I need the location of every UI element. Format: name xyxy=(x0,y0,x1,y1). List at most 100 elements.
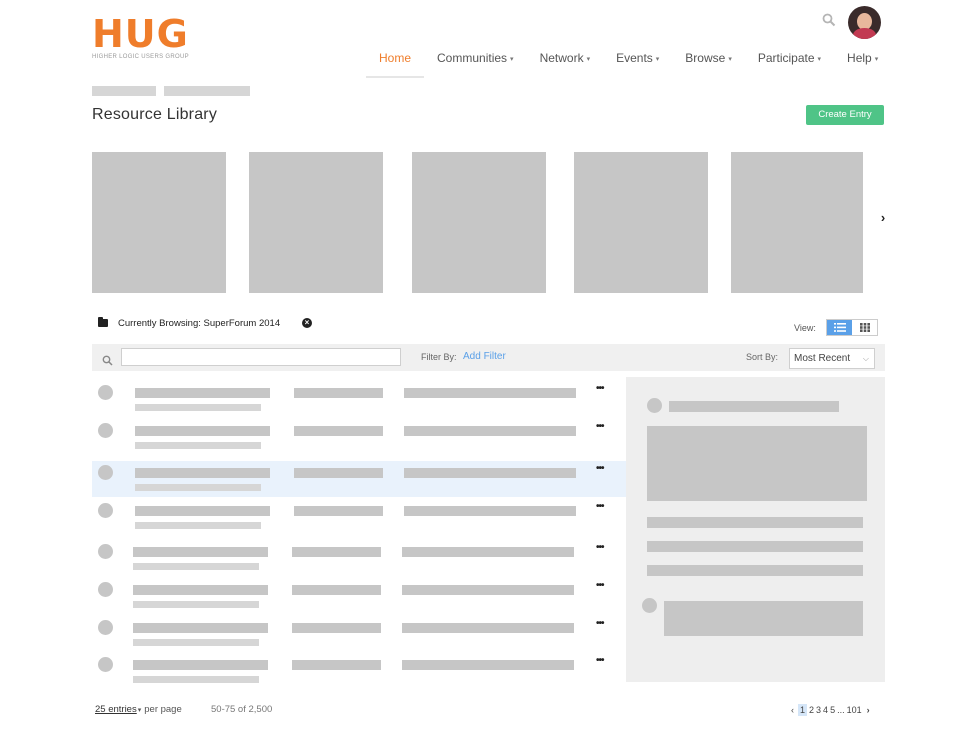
nav-label: Communities xyxy=(437,51,508,65)
close-icon[interactable]: × xyxy=(302,318,312,328)
row-subtitle-placeholder xyxy=(135,404,261,411)
create-entry-button[interactable]: Create Entry xyxy=(806,105,884,125)
row-title-placeholder[interactable] xyxy=(135,468,270,478)
row-subtitle-placeholder xyxy=(133,639,259,646)
more-options-icon[interactable]: ••• xyxy=(596,618,604,629)
row-subtitle-placeholder xyxy=(135,442,261,449)
row-column-placeholder xyxy=(294,426,383,436)
row-column-placeholder xyxy=(292,623,381,633)
row-title-placeholder[interactable] xyxy=(133,660,268,670)
user-avatar[interactable] xyxy=(848,6,881,39)
page-ellipsis: ... xyxy=(837,705,845,715)
page-link[interactable]: 5 xyxy=(830,705,835,715)
carousel-tile[interactable] xyxy=(574,152,708,293)
chevron-right-icon[interactable]: › xyxy=(876,210,890,226)
nav-item-participate[interactable]: Participate ▾ xyxy=(745,50,834,78)
logo-wordmark: HUG xyxy=(92,12,189,56)
list-view-button[interactable] xyxy=(827,320,852,335)
row-subtitle-placeholder xyxy=(135,522,261,529)
nav-item-communities[interactable]: Communities ▾ xyxy=(424,50,527,78)
more-options-icon[interactable]: ••• xyxy=(596,421,604,432)
folder-icon xyxy=(98,317,108,327)
more-options-icon[interactable]: ••• xyxy=(596,463,604,474)
nav-item-events[interactable]: Events ▾ xyxy=(603,50,672,78)
row-title-placeholder[interactable] xyxy=(135,506,270,516)
carousel-tile[interactable] xyxy=(412,152,546,293)
chevron-down-icon: ▾ xyxy=(586,56,591,63)
entries-per-page-select[interactable]: 25 entries xyxy=(95,704,137,715)
row-title-placeholder[interactable] xyxy=(133,547,268,557)
site-logo[interactable]: HUG HIGHER LOGIC USERS GROUP xyxy=(92,14,202,60)
sort-by-label: Sort By: xyxy=(746,352,779,362)
preview-title-placeholder xyxy=(669,401,839,412)
preview-text-line xyxy=(647,541,863,552)
more-options-icon[interactable]: ••• xyxy=(596,655,604,666)
per-page-control[interactable]: 25 entries▾ per page xyxy=(95,704,182,715)
carousel-tile[interactable] xyxy=(731,152,863,293)
view-toggle xyxy=(826,319,878,336)
preview-pane xyxy=(626,377,885,682)
row-title-placeholder[interactable] xyxy=(133,585,268,595)
row-column-placeholder xyxy=(402,623,574,633)
row-title-placeholder[interactable] xyxy=(135,426,270,436)
currently-browsing-label: Currently Browsing: SuperForum 2014 xyxy=(118,318,281,329)
preview-comment-avatar xyxy=(642,598,657,613)
page-title: Resource Library xyxy=(92,106,218,123)
row-column-placeholder xyxy=(294,506,383,516)
more-options-icon[interactable]: ••• xyxy=(596,383,604,394)
chevron-down-icon: ▾ xyxy=(728,56,732,63)
chevron-right-icon[interactable]: › xyxy=(867,705,870,715)
row-column-placeholder xyxy=(402,547,574,557)
row-subtitle-placeholder xyxy=(133,676,259,683)
carousel-tile[interactable] xyxy=(92,152,226,293)
page-link[interactable]: 4 xyxy=(823,705,828,715)
row-title-placeholder[interactable] xyxy=(135,388,270,398)
row-column-placeholder xyxy=(402,585,574,595)
nav-item-home[interactable]: Home xyxy=(366,50,425,78)
row-avatar xyxy=(98,385,113,400)
search-icon xyxy=(102,353,113,366)
row-avatar xyxy=(98,620,113,635)
sort-select-value: Most Recent xyxy=(794,353,851,364)
row-column-placeholder xyxy=(294,388,383,398)
result-range: 50-75 of 2,500 xyxy=(211,704,273,715)
preview-avatar xyxy=(647,398,662,413)
search-icon[interactable] xyxy=(822,13,836,27)
chevron-left-icon[interactable]: ‹ xyxy=(791,705,794,715)
preview-text-line xyxy=(647,517,863,528)
row-avatar xyxy=(98,544,113,559)
nav-item-browse[interactable]: Browse ▾ xyxy=(672,50,745,78)
add-filter-link[interactable]: Add Filter xyxy=(463,351,506,362)
page-link[interactable]: 1 xyxy=(798,704,808,716)
pagination: ‹ 1 2 3 4 5 ... 101 › xyxy=(791,703,872,717)
row-column-placeholder xyxy=(402,660,574,670)
search-input[interactable] xyxy=(121,348,401,366)
nav-label: Events xyxy=(616,51,653,65)
page-link[interactable]: 2 xyxy=(809,705,814,715)
more-options-icon[interactable]: ••• xyxy=(596,501,604,512)
breadcrumb-item[interactable] xyxy=(164,86,250,96)
view-label: View: xyxy=(794,323,816,333)
row-avatar xyxy=(98,465,113,480)
more-options-icon[interactable]: ••• xyxy=(596,580,604,591)
nav-label: Help xyxy=(847,51,872,65)
row-avatar xyxy=(98,657,113,672)
grid-view-button[interactable] xyxy=(852,320,877,335)
row-subtitle-placeholder xyxy=(135,484,261,491)
breadcrumb-item[interactable] xyxy=(92,86,156,96)
page-link[interactable]: 3 xyxy=(816,705,821,715)
nav-label: Home xyxy=(379,51,412,65)
page-link[interactable]: 101 xyxy=(847,705,862,715)
carousel-tile[interactable] xyxy=(249,152,383,293)
filter-by-label: Filter By: xyxy=(421,352,457,362)
row-subtitle-placeholder xyxy=(133,563,259,570)
preview-comment-placeholder xyxy=(664,601,863,636)
sort-select[interactable]: Most Recent ⌵ xyxy=(789,348,875,369)
list-icon xyxy=(833,323,846,332)
nav-item-network[interactable]: Network ▾ xyxy=(527,50,604,78)
nav-item-help[interactable]: Help ▾ xyxy=(834,50,891,78)
more-options-icon[interactable]: ••• xyxy=(596,542,604,553)
chevron-down-icon: ▾ xyxy=(137,707,142,714)
row-title-placeholder[interactable] xyxy=(133,623,268,633)
main-nav: Home Communities ▾ Network ▾ Events ▾ Brows… xyxy=(366,50,891,78)
